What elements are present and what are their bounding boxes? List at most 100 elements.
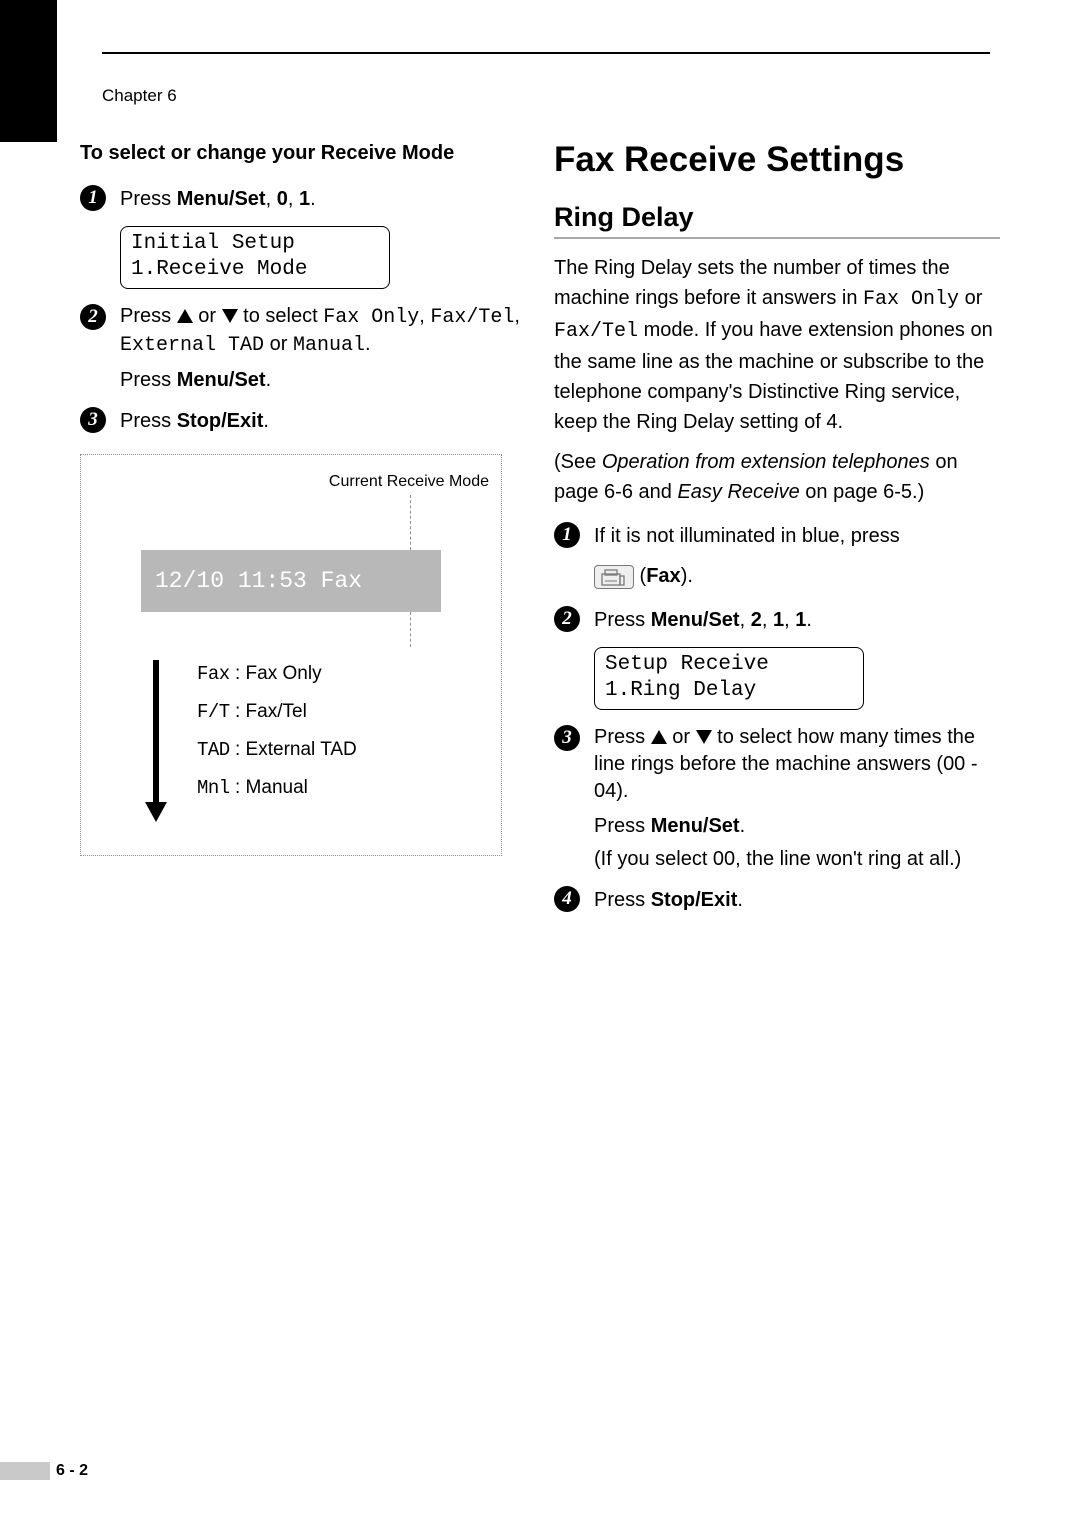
ref-operation: Operation from extension telephones xyxy=(602,451,930,473)
chapter-label: Chapter 6 xyxy=(102,86,177,106)
dashed-connector-top xyxy=(410,495,411,550)
text: , xyxy=(419,305,430,327)
left-column: To select or change your Receive Mode 1 … xyxy=(80,140,526,927)
content-columns: To select or change your Receive Mode 1 … xyxy=(80,140,1000,927)
text: , xyxy=(762,609,773,631)
dashed-connector-bottom xyxy=(410,612,411,647)
text: Press xyxy=(120,369,177,391)
left-step-1-body: Press Menu/Set, 0, 1. xyxy=(120,184,526,214)
step-badge-3: 3 xyxy=(554,725,580,751)
fax-button[interactable] xyxy=(594,565,634,589)
lcd-line2: 1.Ring Delay xyxy=(605,678,853,704)
step-badge-1: 1 xyxy=(554,522,580,548)
step-badge-1: 1 xyxy=(80,185,106,211)
page: Chapter 6 To select or change your Recei… xyxy=(0,0,1080,1526)
step-badge-2: 2 xyxy=(80,304,106,330)
down-arrow-bar xyxy=(153,660,159,808)
up-arrow-icon xyxy=(651,730,667,744)
fax-tel-code: Fax/Tel xyxy=(554,320,638,343)
page-number: 6 - 2 xyxy=(56,1462,88,1480)
text: or xyxy=(264,333,293,355)
lcd-line1: Initial Setup xyxy=(131,231,379,257)
mode-label: : Fax/Tel xyxy=(230,701,307,722)
right-step-2: 2 Press Menu/Set, 2, 1, 1. xyxy=(554,605,1000,635)
down-arrow-icon xyxy=(222,309,238,323)
footer-gray-tab xyxy=(0,1462,50,1480)
up-arrow-icon xyxy=(177,309,193,323)
mode-label: : Manual xyxy=(230,777,308,798)
text: , xyxy=(266,188,277,210)
menu-set: Menu/Set xyxy=(177,188,266,210)
side-black-tab xyxy=(0,0,57,142)
right-step-3-body: Press or to select how many times the li… xyxy=(594,724,1000,873)
text: . xyxy=(806,609,812,631)
right-step-1-body: If it is not illuminated in blue, press … xyxy=(594,521,1000,591)
text: Press xyxy=(120,188,177,210)
opt-fax-tel: Fax/Tel xyxy=(430,306,514,329)
ring-delay-paragraph-2: (See Operation from extension telephones… xyxy=(554,447,1000,507)
ref-easy-receive: Easy Receive xyxy=(677,481,799,503)
header-rule xyxy=(102,52,990,54)
mode-label: : External TAD xyxy=(230,739,357,760)
receive-mode-diagram: Current Receive Mode 12/10 11:53 Fax Fax… xyxy=(80,454,502,856)
text: Press xyxy=(594,889,651,911)
opt-fax-only: Fax Only xyxy=(323,306,419,329)
left-step-1: 1 Press Menu/Set, 0, 1. xyxy=(80,184,526,214)
right-step-4: 4 Press Stop/Exit. xyxy=(554,885,1000,915)
mode-list: Fax : Fax Only F/T : Fax/Tel TAD : Exter… xyxy=(197,655,357,807)
mode-code: Mnl xyxy=(197,777,230,799)
lcd-display: 12/10 11:53 Fax xyxy=(141,550,441,612)
mode-code: TAD xyxy=(197,739,230,761)
right-step-1: 1 If it is not illuminated in blue, pres… xyxy=(554,521,1000,591)
right-step-2-body: Press Menu/Set, 2, 1, 1. xyxy=(594,605,1000,635)
text: or xyxy=(667,726,696,748)
left-step-2-body: Press or to select Fax Only, Fax/Tel, Ex… xyxy=(120,303,526,394)
opt-ext-tad: External TAD xyxy=(120,334,264,357)
text: to select xyxy=(238,305,324,327)
text: . xyxy=(737,889,743,911)
menu-set: Menu/Set xyxy=(177,369,266,391)
right-step-4-body: Press Stop/Exit. xyxy=(594,885,1000,915)
lcd-initial-setup: Initial Setup 1.Receive Mode xyxy=(120,226,390,289)
text: . xyxy=(266,369,272,391)
ring-delay-paragraph-1: The Ring Delay sets the number of times … xyxy=(554,253,1000,437)
step1-line1: If it is not illuminated in blue, press xyxy=(594,521,1000,551)
stop-exit: Stop/Exit xyxy=(177,410,264,432)
text: Press xyxy=(594,609,651,631)
text: , xyxy=(288,188,299,210)
left-step-3: 3 Press Stop/Exit. xyxy=(80,406,526,436)
text: , xyxy=(740,609,751,631)
left-step-2: 2 Press or to select Fax Only, Fax/Tel, … xyxy=(80,303,526,394)
step3-note: (If you select 00, the line won't ring a… xyxy=(594,846,1000,873)
stop-exit: Stop/Exit xyxy=(651,889,738,911)
step-badge-2: 2 xyxy=(554,606,580,632)
key-1b: 1 xyxy=(795,609,806,631)
left-step-3-body: Press Stop/Exit. xyxy=(120,406,526,436)
text: Press xyxy=(120,410,177,432)
key-0: 0 xyxy=(277,188,288,210)
mode-code: Fax xyxy=(197,663,230,685)
text: . xyxy=(740,815,746,837)
text: ( xyxy=(634,565,646,587)
right-step-3: 3 Press or to select how many times the … xyxy=(554,724,1000,873)
mode-row: F/T : Fax/Tel xyxy=(197,693,357,731)
opt-manual: Manual xyxy=(293,334,365,357)
text: or xyxy=(193,305,222,327)
text: ). xyxy=(681,565,693,587)
text: or xyxy=(959,287,982,309)
text: Press xyxy=(594,726,651,748)
lcd-setup-receive: Setup Receive 1.Ring Delay xyxy=(594,647,864,710)
step-badge-4: 4 xyxy=(554,886,580,912)
down-arrow-icon xyxy=(696,730,712,744)
mode-row: Mnl : Manual xyxy=(197,769,357,807)
fax-icon xyxy=(601,569,625,587)
menu-set: Menu/Set xyxy=(651,815,740,837)
text: . xyxy=(365,333,371,355)
mode-row: Fax : Fax Only xyxy=(197,655,357,693)
text: , xyxy=(784,609,795,631)
left-heading: To select or change your Receive Mode xyxy=(80,140,526,166)
text: on page 6-5.) xyxy=(800,481,925,503)
key-1: 1 xyxy=(299,188,310,210)
diagram-label: Current Receive Mode xyxy=(329,473,489,491)
key-2: 2 xyxy=(751,609,762,631)
